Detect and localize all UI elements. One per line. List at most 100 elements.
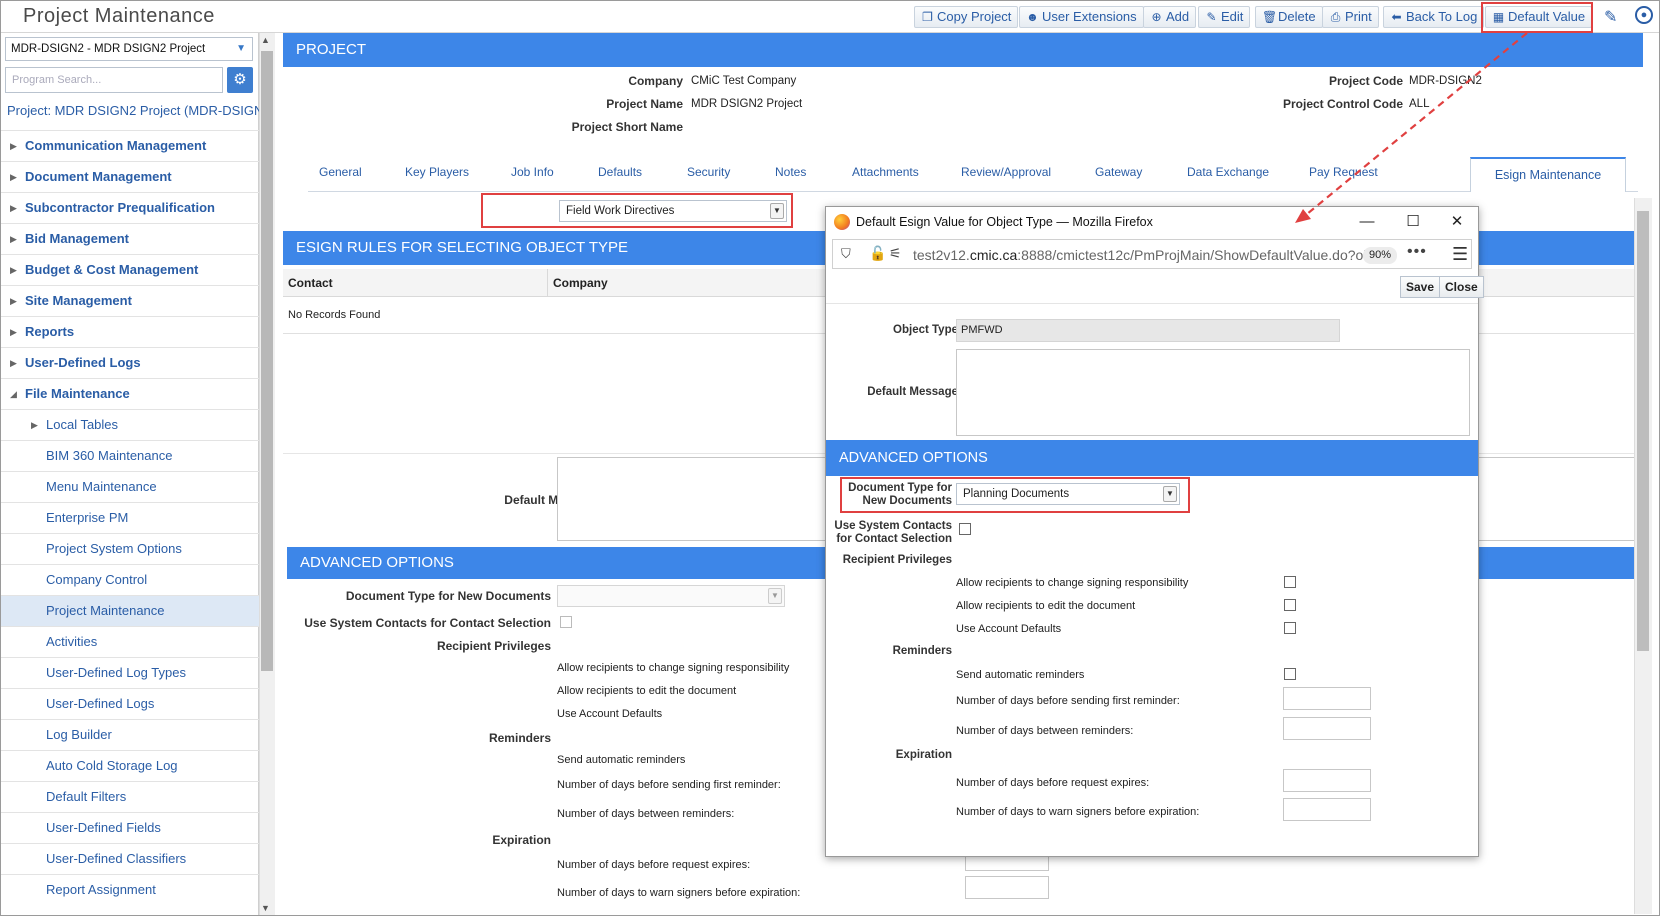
tab-item[interactable]: Gateway bbox=[1095, 165, 1142, 179]
project-header: PROJECT bbox=[283, 33, 1643, 67]
sidebar-item-label: Project System Options bbox=[46, 541, 182, 556]
sidebar-item[interactable]: ▶ Subcontractor Prequalification bbox=[1, 192, 259, 223]
popup-send-auto-checkbox[interactable] bbox=[1284, 668, 1296, 680]
delete-button[interactable]: 🗑Delete bbox=[1255, 6, 1323, 28]
maximize-icon[interactable]: ☐ bbox=[1390, 207, 1436, 237]
user-plus-icon: ☻ bbox=[1026, 10, 1039, 24]
sidebar-item[interactable]: User-Defined Log Types bbox=[1, 657, 259, 688]
sidebar-item[interactable]: BIM 360 Maintenance bbox=[1, 440, 259, 471]
close-window-icon[interactable]: ✕ bbox=[1434, 207, 1480, 237]
tab-item[interactable]: Notes bbox=[775, 165, 806, 179]
caret-right-icon[interactable]: ▶ bbox=[10, 131, 17, 161]
popup-allow-edit-text: Allow recipients to edit the document bbox=[956, 600, 1136, 612]
insecure-lock-icon[interactable]: 🔓 bbox=[869, 245, 886, 262]
caret-right-icon[interactable]: ▶ bbox=[10, 286, 17, 316]
sidebar-item[interactable]: Project Maintenance bbox=[1, 595, 259, 626]
tab-item[interactable]: Attachments bbox=[852, 165, 919, 179]
col-contact[interactable]: Contact bbox=[283, 269, 547, 297]
sidebar-item[interactable]: User-Defined Fields bbox=[1, 812, 259, 843]
sidebar-item[interactable]: ◢ File Maintenance bbox=[1, 378, 259, 409]
sidebar-item[interactable]: User-Defined Logs bbox=[1, 688, 259, 719]
add-button[interactable]: ⊕ Add bbox=[1143, 6, 1197, 28]
sidebar-item[interactable]: Log Builder bbox=[1, 719, 259, 750]
copy-project-button[interactable]: ❐ Copy Project bbox=[914, 6, 1019, 28]
sidebar-item[interactable]: Auto Cold Storage Log bbox=[1, 750, 259, 781]
tab-item[interactable]: Review/Approval bbox=[961, 165, 1051, 179]
edit-square-icon[interactable]: ✎ bbox=[1604, 7, 1617, 27]
use-system-contacts-checkbox[interactable] bbox=[560, 616, 572, 628]
sidebar-item[interactable]: ▶ Document Management bbox=[1, 161, 259, 192]
popup-close-button[interactable]: Close bbox=[1439, 276, 1484, 298]
sidebar-item[interactable]: ▶ Local Tables bbox=[1, 409, 259, 440]
days-warn-input[interactable] bbox=[965, 876, 1049, 899]
tab-item[interactable]: General bbox=[319, 165, 362, 179]
scroll-up-icon[interactable]: ▲ bbox=[261, 35, 270, 45]
sidebar-scroll-thumb[interactable] bbox=[261, 51, 273, 671]
url-bar[interactable]: ⛉ 🔓 ⚟ test2v12.cmic.ca:8888/cmictest12c/… bbox=[832, 239, 1472, 269]
program-search-input[interactable]: Program Search... bbox=[5, 67, 223, 93]
project-label[interactable]: Project: MDR DSIGN2 Project (MDR-DSIGN2) bbox=[7, 103, 275, 118]
popup-use-account-defaults-checkbox[interactable] bbox=[1284, 622, 1296, 634]
caret-right-icon[interactable]: ▶ bbox=[10, 317, 17, 347]
popup-days-warn-input[interactable] bbox=[1283, 798, 1371, 821]
sidebar-item-label: Auto Cold Storage Log bbox=[46, 758, 178, 773]
sidebar-item[interactable]: Project System Options bbox=[1, 533, 259, 564]
gear-icon[interactable]: ⚙ bbox=[227, 67, 253, 93]
tab-esign-maintenance[interactable]: Esign Maintenance bbox=[1470, 157, 1626, 192]
caret-right-icon[interactable]: ▶ bbox=[10, 255, 17, 285]
caret-right-icon[interactable]: ▶ bbox=[10, 162, 17, 192]
doc-type-select[interactable]: ▼ bbox=[557, 585, 785, 607]
caret-right-icon[interactable]: ▶ bbox=[10, 224, 17, 254]
tab-item[interactable]: Pay Request bbox=[1309, 165, 1378, 179]
sidebar-item[interactable]: ▶ User-Defined Logs bbox=[1, 347, 259, 378]
project-select[interactable]: MDR-DSIGN2 - MDR DSIGN2 Project ▼ bbox=[5, 37, 253, 61]
popup-save-button[interactable]: Save bbox=[1400, 276, 1441, 298]
main-scroll-thumb[interactable] bbox=[1637, 211, 1649, 651]
zoom-badge[interactable]: 90% bbox=[1363, 247, 1397, 264]
sidebar-item[interactable]: ▶ Bid Management bbox=[1, 223, 259, 254]
minimize-icon[interactable]: — bbox=[1344, 207, 1390, 237]
sidebar-item[interactable]: Report Assignment bbox=[1, 874, 259, 905]
sidebar-item[interactable]: Company Control bbox=[1, 564, 259, 595]
tab-item[interactable]: Data Exchange bbox=[1187, 165, 1269, 179]
sidebar-item[interactable]: ▶ Communication Management bbox=[1, 130, 259, 161]
tab-item[interactable]: Defaults bbox=[598, 165, 642, 179]
print-button[interactable]: ⎙ Print bbox=[1322, 6, 1379, 28]
caret-right-icon[interactable]: ▶ bbox=[10, 348, 17, 378]
popup-allow-edit-checkbox[interactable] bbox=[1284, 599, 1296, 611]
sidebar-item[interactable]: User-Defined Classifiers bbox=[1, 843, 259, 874]
sidebar-item[interactable]: ▶ Budget & Cost Management bbox=[1, 254, 259, 285]
url-text[interactable]: test2v12.cmic.ca:8888/cmictest12c/PmProj… bbox=[913, 240, 1366, 270]
popup-days-between-input[interactable] bbox=[1283, 717, 1371, 740]
popup-use-system-checkbox[interactable] bbox=[959, 523, 971, 535]
user-avatar-icon[interactable]: ● bbox=[1635, 6, 1653, 24]
sidebar-item[interactable]: Default Filters bbox=[1, 781, 259, 812]
sidebar-item-label: Menu Maintenance bbox=[46, 479, 157, 494]
popup-days-first-input[interactable] bbox=[1283, 687, 1371, 710]
sidebar-item[interactable]: Enterprise PM bbox=[1, 502, 259, 533]
caret-down-icon[interactable]: ◢ bbox=[10, 379, 17, 409]
hamburger-menu-icon[interactable]: ☰ bbox=[1452, 244, 1468, 265]
tab-item[interactable]: Job Info bbox=[511, 165, 554, 179]
sidebar-item[interactable]: ▶ Site Management bbox=[1, 285, 259, 316]
sidebar-item[interactable]: ▶ Reports bbox=[1, 316, 259, 347]
popup-allow-change-checkbox[interactable] bbox=[1284, 576, 1296, 588]
tab-divider bbox=[308, 191, 1638, 192]
permissions-icon[interactable]: ⚟ bbox=[889, 245, 902, 262]
tab-item[interactable]: Security bbox=[687, 165, 730, 179]
popup-default-message-textarea[interactable] bbox=[956, 349, 1470, 436]
sidebar-item[interactable]: Menu Maintenance bbox=[1, 471, 259, 502]
project-code-value: MDR-DSIGN2 bbox=[1409, 75, 1482, 87]
edit-button[interactable]: ✎ Edit bbox=[1198, 6, 1251, 28]
caret-right-icon[interactable]: ▶ bbox=[31, 410, 38, 440]
back-to-log-button[interactable]: ⬅ Back To Log bbox=[1383, 6, 1485, 28]
scroll-down-icon[interactable]: ▼ bbox=[261, 903, 270, 913]
sidebar-item[interactable]: Activities bbox=[1, 626, 259, 657]
shield-icon[interactable]: ⛉ bbox=[841, 246, 851, 262]
more-actions-icon[interactable]: ••• bbox=[1407, 243, 1427, 261]
popup-days-expire-input[interactable] bbox=[1283, 769, 1371, 792]
caret-right-icon[interactable]: ▶ bbox=[10, 193, 17, 223]
user-extensions-button[interactable]: ☻ User Extensions bbox=[1019, 6, 1144, 28]
popup-use-system-label: Use System Contacts for Contact Selection bbox=[830, 520, 952, 546]
tab-item[interactable]: Key Players bbox=[405, 165, 469, 179]
